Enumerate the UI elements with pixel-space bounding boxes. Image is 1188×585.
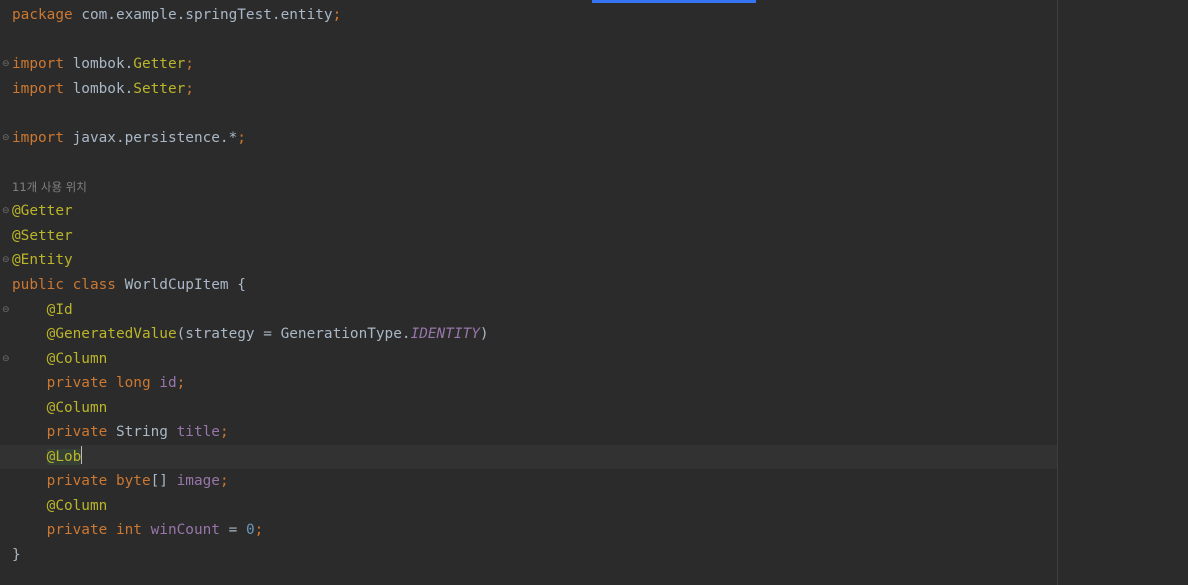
code-lines[interactable]: package com.example.springTest.entity; ⊖… [0,3,1057,568]
code-line-1[interactable]: package com.example.springTest.entity; [0,3,1057,28]
code-line-23[interactable]: } [0,543,1057,568]
usages-hint[interactable]: 11개 사용 위치 [12,180,87,194]
code-line-20[interactable]: private byte[] image; [0,469,1057,494]
code-line-19-current[interactable]: @Lob [0,444,1057,470]
fold-icon[interactable]: ⊖ [2,255,10,265]
fold-icon[interactable]: ⊖ [2,206,10,216]
code-line-18[interactable]: private String title; [0,420,1057,445]
text-caret [81,446,83,465]
fold-icon[interactable]: ⊖ [2,354,10,364]
code-line-16[interactable]: private long id; [0,371,1057,396]
code-line-21[interactable]: @Column [0,494,1057,519]
editor-right-area [1058,0,1188,585]
code-line-12[interactable]: public class WorldCupItem { [0,273,1057,298]
fold-icon[interactable]: ⊖ [2,133,10,143]
code-line-2[interactable] [0,28,1057,53]
code-line-15[interactable]: ⊖ @Column [0,347,1057,372]
code-line-5[interactable] [0,101,1057,126]
fold-icon[interactable]: ⊖ [2,305,10,315]
code-line-13[interactable]: ⊖ @Id [0,298,1057,323]
code-line-9[interactable]: ⊖ @Getter [0,199,1057,224]
code-line-3[interactable]: ⊖ import lombok.Getter; [0,52,1057,77]
fold-icon[interactable]: ⊖ [2,59,10,69]
code-line-11[interactable]: ⊖ @Entity [0,248,1057,273]
code-line-10[interactable]: @Setter [0,224,1057,249]
code-line-8[interactable]: 11개 사용 위치 [0,175,1057,200]
code-editor[interactable]: package com.example.springTest.entity; ⊖… [0,0,1188,585]
code-line-14[interactable]: @GeneratedValue(strategy = GenerationTyp… [0,322,1057,347]
code-line-4[interactable]: import lombok.Setter; [0,77,1057,102]
code-line-7[interactable] [0,150,1057,175]
code-line-22[interactable]: private int winCount = 0; [0,518,1057,543]
code-line-6[interactable]: ⊖ import javax.persistence.*; [0,126,1057,151]
code-line-17[interactable]: @Column [0,396,1057,421]
